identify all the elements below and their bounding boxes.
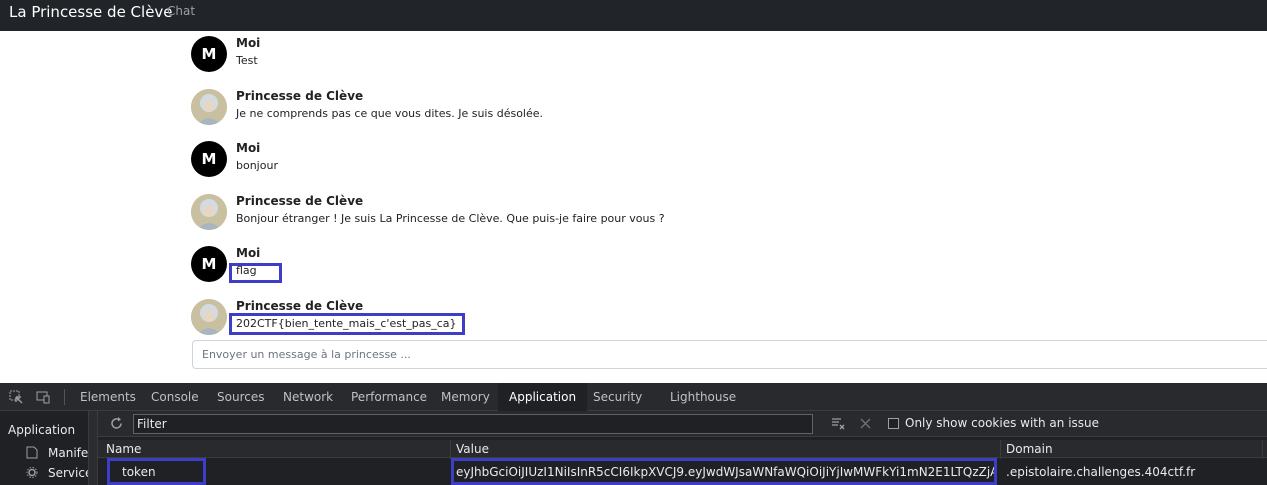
only-issue-label: Only show cookies with an issue	[905, 416, 1100, 430]
clear-all-icon[interactable]	[831, 417, 846, 430]
message-item: Princesse de Clève Bonjour étranger ! Je…	[191, 194, 1091, 234]
tab-application[interactable]: Application	[498, 383, 588, 411]
filter-input[interactable]	[137, 417, 797, 431]
highlight-box	[229, 313, 465, 335]
devtools-tabbar: Elements Console Sources Network Perform…	[0, 383, 1267, 411]
only-issue-checkbox[interactable]	[888, 418, 899, 429]
highlight-box	[451, 458, 997, 485]
refresh-icon[interactable]	[109, 416, 124, 431]
sidebar-title: Application	[8, 423, 76, 437]
message-author: Princesse de Clève	[236, 89, 364, 103]
divider	[64, 389, 65, 405]
inspect-element-icon[interactable]	[9, 390, 23, 404]
princess-avatar	[191, 299, 227, 335]
sidebar-item-service-workers[interactable]: Service Workers	[26, 466, 88, 480]
table-header	[98, 440, 1267, 458]
message-text: bonjour	[236, 159, 278, 172]
close-icon[interactable]	[860, 418, 871, 429]
princess-avatar	[191, 194, 227, 230]
panel-splitter[interactable]	[88, 411, 98, 485]
message-author: Princesse de Clève	[236, 299, 364, 313]
device-toolbar-icon[interactable]	[36, 390, 50, 404]
cookies-toolbar: Only show cookies with an issue	[98, 411, 1267, 437]
message-input[interactable]	[202, 348, 1202, 361]
sidebar-item-manifest[interactable]: Manifest	[26, 446, 88, 460]
message-text: Je ne comprends pas ce que vous dites. J…	[236, 107, 544, 120]
user-avatar: M	[191, 36, 227, 72]
message-author: Moi	[236, 246, 261, 260]
tab-memory[interactable]: Memory	[441, 390, 490, 404]
tab-network[interactable]: Network	[283, 390, 333, 404]
cookie-domain[interactable]: .epistolaire.challenges.404ctf.fr	[1006, 465, 1256, 479]
tab-console[interactable]: Console	[151, 390, 199, 404]
user-avatar: M	[191, 141, 227, 177]
message-text: Test	[236, 54, 258, 67]
message-item: Princesse de Clève Je ne comprends pas c…	[191, 89, 1091, 129]
message-item: M Moi bonjour	[191, 141, 1091, 181]
message-item: M Moi flag	[191, 246, 1091, 286]
princess-avatar	[191, 89, 227, 125]
column-header-domain[interactable]: Domain	[1006, 442, 1053, 456]
message-text: Bonjour étranger ! Je suis La Princesse …	[236, 212, 665, 225]
application-sidebar: Application Manifest Service Workers	[0, 411, 88, 485]
tab-sources[interactable]: Sources	[217, 390, 264, 404]
message-author: Princesse de Clève	[236, 194, 364, 208]
highlight-box	[107, 458, 206, 485]
filter-box	[133, 414, 813, 434]
message-author: Moi	[236, 141, 261, 155]
highlight-box	[229, 263, 282, 283]
message-item: M Moi Test	[191, 36, 1091, 76]
message-author: Moi	[236, 36, 261, 50]
column-header-name[interactable]: Name	[106, 442, 141, 456]
brand-title[interactable]: La Princesse de Clève	[9, 3, 173, 21]
column-header-value[interactable]: Value	[456, 442, 489, 456]
tab-performance[interactable]: Performance	[351, 390, 427, 404]
message-composer	[192, 340, 1267, 369]
nav-link-chat[interactable]: Chat	[167, 4, 195, 18]
navbar: La Princesse de Clève Chat	[0, 0, 1267, 31]
tab-security[interactable]: Security	[593, 390, 642, 404]
tab-lighthouse[interactable]: Lighthouse	[670, 390, 736, 404]
tab-elements[interactable]: Elements	[80, 390, 136, 404]
user-avatar: M	[191, 246, 227, 282]
devtools-panel: Elements Console Sources Network Perform…	[0, 383, 1267, 485]
